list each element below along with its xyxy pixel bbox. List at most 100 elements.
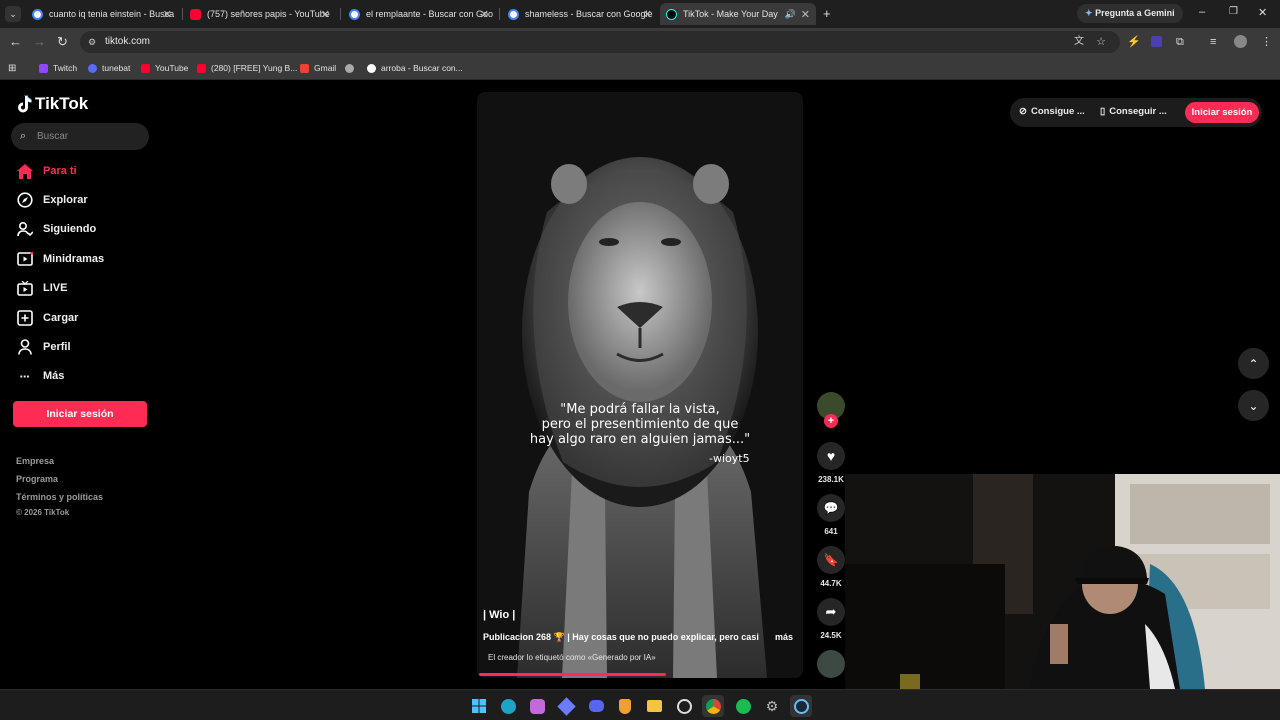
bookmark-item[interactable]: Gmail xyxy=(300,61,336,75)
bookmark-item[interactable]: arroba - Buscar con... xyxy=(367,61,463,75)
header-login-button[interactable]: Iniciar sesión xyxy=(1185,102,1259,123)
reload-button[interactable]: ↻ xyxy=(57,34,68,50)
music-disc-icon xyxy=(817,650,845,678)
browser-tab[interactable]: shameless - Buscar con Google ✕ xyxy=(502,3,658,25)
bookmark-item[interactable] xyxy=(345,61,359,75)
browser-tab[interactable]: (757) señores papis - YouTube ✕ xyxy=(184,3,336,25)
browser-tab[interactable]: el remplaante - Buscar con Goo ✕ xyxy=(343,3,495,25)
close-tab-icon[interactable]: ✕ xyxy=(480,8,489,21)
close-tab-icon[interactable]: ✕ xyxy=(163,8,172,21)
caption-more-link[interactable]: más xyxy=(775,632,793,642)
ai-generated-label: El creador lo etiquetó como «Generado po… xyxy=(488,653,656,662)
address-bar[interactable]: ⚙ tiktok.com 文 ☆ xyxy=(80,31,1120,53)
nav-item-siguiendo[interactable]: Siguiendo xyxy=(16,218,96,240)
browser-menu-icon[interactable]: ⋮ xyxy=(1261,34,1272,50)
apps-grid-icon[interactable]: ⊞ xyxy=(8,61,16,75)
windows-start-icon[interactable] xyxy=(468,695,490,717)
close-window-button[interactable]: ✕ xyxy=(1258,6,1267,19)
save-button[interactable]: 🔖 44.7K xyxy=(817,546,845,588)
webcam-image xyxy=(845,474,1280,689)
upload-icon xyxy=(16,310,33,327)
search-input[interactable]: ⌕ Buscar xyxy=(11,123,149,150)
nav-item-para-ti[interactable]: Para ti xyxy=(16,160,77,182)
close-tab-icon[interactable]: ✕ xyxy=(321,8,330,21)
gemini-button[interactable]: ✦ Pregunta a Gemini xyxy=(1077,4,1183,23)
bookmark-item[interactable]: tunebat xyxy=(88,61,130,75)
youtube-icon xyxy=(190,8,201,20)
google-icon xyxy=(32,8,43,20)
github-icon[interactable] xyxy=(673,695,695,717)
file-explorer-icon[interactable] xyxy=(643,695,665,717)
speaker-icon[interactable]: 🔊 xyxy=(785,9,796,20)
bookmark-item[interactable]: Twitch xyxy=(39,61,77,75)
video-author[interactable]: | Wio | xyxy=(483,609,515,621)
nav-item-cargar[interactable]: Cargar xyxy=(16,307,78,329)
edge-icon[interactable] xyxy=(497,695,519,717)
maximize-button[interactable]: ❐ xyxy=(1229,6,1238,17)
nav-item-perfil[interactable]: Perfil xyxy=(16,336,71,358)
close-tab-icon[interactable]: ✕ xyxy=(801,8,810,21)
nav-item-mas[interactable]: ··· Más xyxy=(16,365,65,387)
url-text: tiktok.com xyxy=(105,36,151,47)
tab-title: (757) señores papis - YouTube xyxy=(207,9,330,19)
music-disc-button[interactable] xyxy=(817,650,845,678)
home-icon xyxy=(16,163,33,180)
tab-search-dropdown-button[interactable]: ⌄ xyxy=(5,6,21,22)
comment-button[interactable]: 💬 641 xyxy=(817,494,845,536)
back-button[interactable]: ← xyxy=(9,34,22,50)
get-app-button[interactable]: ▯ Conseguir ... xyxy=(1100,106,1167,117)
settings-gear-icon[interactable]: ⚙ xyxy=(761,695,783,717)
extension-icon[interactable] xyxy=(1151,36,1162,47)
compass-icon xyxy=(16,192,33,209)
browser-tab-active[interactable]: TikTok - Make Your Day 🔊 ✕ xyxy=(660,3,816,25)
save-count: 44.7K xyxy=(820,579,842,588)
bookmark-star-icon[interactable]: ☆ xyxy=(1096,31,1106,53)
footer-link-empresa[interactable]: Empresa xyxy=(16,456,54,466)
next-video-button[interactable]: ⌄ xyxy=(1238,390,1269,421)
close-tab-icon[interactable]: ✕ xyxy=(643,8,652,21)
follow-plus-icon[interactable]: + xyxy=(824,414,838,428)
translate-icon[interactable]: 文 xyxy=(1074,31,1084,53)
footer-link-programa[interactable]: Programa xyxy=(16,474,58,484)
nav-label: Cargar xyxy=(43,312,79,324)
extensions-puzzle-icon[interactable]: ⧉ xyxy=(1176,34,1184,50)
steam-icon[interactable] xyxy=(790,695,812,717)
get-coins-label: Consigue ... xyxy=(1030,106,1085,117)
vpn-shield-icon[interactable] xyxy=(614,695,636,717)
tiktok-logo[interactable]: TikTok xyxy=(16,94,88,114)
lion-image xyxy=(477,92,803,678)
site-info-icon[interactable]: ⚙ xyxy=(88,31,96,53)
heart-icon: ♥ xyxy=(826,448,836,464)
search-placeholder: Buscar xyxy=(37,131,69,142)
minimize-button[interactable]: – xyxy=(1199,6,1205,18)
nav-item-live[interactable]: LIVE xyxy=(16,277,67,299)
bookmark-item[interactable]: YouTube xyxy=(141,61,188,75)
avatar[interactable] xyxy=(1234,35,1247,48)
forward-button[interactable]: → xyxy=(33,34,46,50)
video-progress-bar[interactable] xyxy=(479,673,666,676)
spotify-icon[interactable] xyxy=(732,695,754,717)
browser-tab[interactable]: cuanto iq tenia einstein - Busca ✕ xyxy=(26,3,178,25)
new-tab-button[interactable]: + xyxy=(823,6,831,21)
video-player[interactable]: "Me podrá fallar la vista, pero el prese… xyxy=(477,92,803,678)
sidebar-login-button[interactable]: Iniciar sesión xyxy=(13,401,147,427)
previous-video-button[interactable]: ⌃ xyxy=(1238,348,1269,379)
like-button[interactable]: ♥ 238.1K xyxy=(817,442,845,484)
discord-icon[interactable] xyxy=(585,695,607,717)
os-taskbar: ⚙ xyxy=(0,689,1280,720)
copilot-icon[interactable] xyxy=(526,695,548,717)
chrome-icon[interactable] xyxy=(702,695,724,717)
nav-item-explorar[interactable]: Explorar xyxy=(16,189,88,211)
extension-icon[interactable]: ⚡ xyxy=(1127,34,1141,50)
webcam-overlay xyxy=(845,474,1280,689)
bookmark-item[interactable]: (280) [FREE] Yung B... xyxy=(197,61,297,75)
footer-link-terminos[interactable]: Términos y políticas xyxy=(16,492,103,502)
share-button[interactable]: ➦ 24.5K xyxy=(817,598,845,640)
media-control-icon[interactable]: ≡ xyxy=(1210,34,1216,50)
bookmark-label: arroba - Buscar con... xyxy=(381,63,463,73)
globe-icon xyxy=(345,63,354,73)
nav-item-minidramas[interactable]: Minidramas xyxy=(16,248,104,270)
creator-avatar-button[interactable]: + xyxy=(817,392,845,428)
get-coins-button[interactable]: ⊘ Consigue ... xyxy=(1019,106,1085,117)
app-icon[interactable] xyxy=(555,695,577,717)
